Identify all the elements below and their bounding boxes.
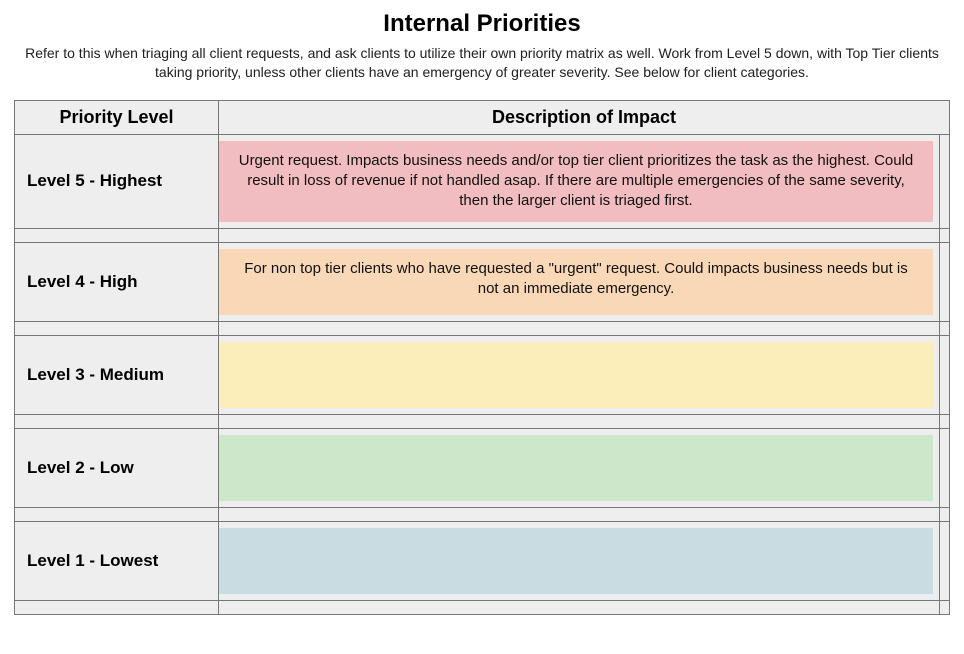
header-description: Description of Impact xyxy=(219,100,950,134)
header-priority-level: Priority Level xyxy=(15,100,219,134)
spacer-row xyxy=(15,507,950,521)
table-header-row: Priority Level Description of Impact xyxy=(15,100,950,134)
desc-cell xyxy=(219,335,940,414)
spacer-row xyxy=(15,321,950,335)
desc-cell: Urgent request. Impacts business needs a… xyxy=(219,134,940,228)
gutter xyxy=(940,242,950,321)
page-subtitle: Refer to this when triaging all client r… xyxy=(14,44,950,82)
desc-cell: For non top tier clients who have reques… xyxy=(219,242,940,321)
table-row: Level 2 - Low xyxy=(15,428,950,507)
table-row: Level 3 - Medium xyxy=(15,335,950,414)
desc-cell xyxy=(219,521,940,600)
spacer-row xyxy=(15,228,950,242)
level-label: Level 5 - Highest xyxy=(15,134,219,228)
level-label: Level 1 - Lowest xyxy=(15,521,219,600)
spacer-row xyxy=(15,600,950,614)
gutter xyxy=(940,335,950,414)
level-label: Level 3 - Medium xyxy=(15,335,219,414)
desc-text: For non top tier clients who have reques… xyxy=(219,249,933,315)
spacer-row xyxy=(15,414,950,428)
desc-text xyxy=(219,435,933,501)
desc-text: Urgent request. Impacts business needs a… xyxy=(219,141,933,222)
gutter xyxy=(940,521,950,600)
desc-text xyxy=(219,342,933,408)
desc-cell xyxy=(219,428,940,507)
priority-table: Priority Level Description of Impact Lev… xyxy=(14,100,950,615)
page-title: Internal Priorities xyxy=(14,10,950,38)
gutter xyxy=(940,134,950,228)
gutter xyxy=(940,428,950,507)
table-row: Level 5 - Highest Urgent request. Impact… xyxy=(15,134,950,228)
desc-text xyxy=(219,528,933,594)
level-label: Level 2 - Low xyxy=(15,428,219,507)
table-row: Level 4 - High For non top tier clients … xyxy=(15,242,950,321)
level-label: Level 4 - High xyxy=(15,242,219,321)
table-row: Level 1 - Lowest xyxy=(15,521,950,600)
